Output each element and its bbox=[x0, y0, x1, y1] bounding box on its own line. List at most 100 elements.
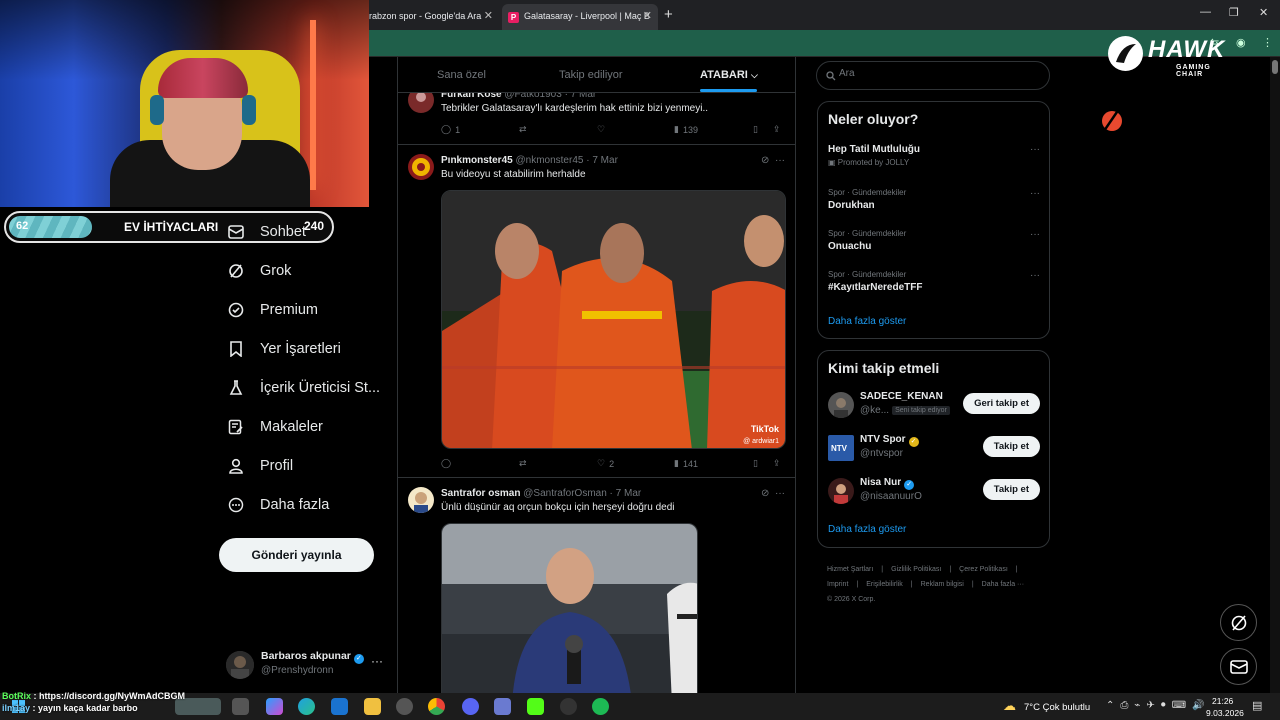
bookmark-button[interactable]: ▯ bbox=[753, 124, 758, 135]
new-tab-button[interactable]: + bbox=[664, 6, 673, 23]
nav-item-articles[interactable]: Makaleler bbox=[226, 412, 323, 442]
footer-link[interactable]: Hizmet Şartları bbox=[827, 566, 873, 573]
tweet-video[interactable]: TikTok @ ardwiar1 bbox=[441, 190, 786, 449]
discord-icon[interactable] bbox=[462, 698, 479, 715]
follow-button[interactable]: Takip et bbox=[982, 479, 1040, 500]
trend-item[interactable]: Hep Tatil Mutluluğu ▣ Promoted by JOLLY … bbox=[828, 144, 1040, 167]
grok-analyze-icon[interactable]: ⊘ bbox=[761, 488, 769, 499]
share-button[interactable]: ⇪ bbox=[773, 458, 781, 469]
follow-back-button[interactable]: Geri takip et bbox=[963, 393, 1040, 414]
obs-icon[interactable] bbox=[560, 698, 577, 715]
tab-close-icon[interactable]: ✕ bbox=[484, 9, 493, 22]
tweet[interactable]: Furkan Köse @Fatko1903 · 7 Mar Tebrikler… bbox=[398, 87, 795, 145]
trend-more-icon[interactable]: ··· bbox=[1030, 144, 1040, 155]
notification-icon[interactable]: ▤ bbox=[1252, 699, 1262, 712]
tweet[interactable]: Pınkmonster45 @nkmonster45 · 7 Mar ⊘ ···… bbox=[398, 146, 795, 478]
tab-atabari[interactable]: ATABARI ⌵ bbox=[700, 69, 758, 81]
follow-button[interactable]: Takip et bbox=[982, 436, 1040, 457]
footer-link[interactable]: Daha fazla ··· bbox=[982, 581, 1024, 588]
trend-item[interactable]: Spor · Gündemdekiler Dorukhan ··· bbox=[828, 188, 1040, 211]
grok-analyze-icon[interactable]: ⊘ bbox=[761, 155, 769, 166]
tab-following[interactable]: Takip ediliyor bbox=[559, 69, 623, 81]
chrome-icon[interactable] bbox=[428, 698, 445, 715]
bookmark-button[interactable]: ▯ bbox=[753, 458, 758, 469]
follow-suggestion[interactable]: SADECE_KENAN @ke... Seni takip ediyor Ger… bbox=[828, 390, 1040, 420]
tab-for-you[interactable]: Sana özel bbox=[437, 69, 486, 81]
footer-link[interactable]: Erişilebilirlik bbox=[866, 581, 903, 588]
nav-item-premium[interactable]: Premium bbox=[226, 295, 318, 325]
nav-item-messages[interactable]: Sohbet bbox=[226, 217, 306, 247]
tweet[interactable]: Santrafor osman @SantraforOsman · 7 Mar … bbox=[398, 479, 795, 693]
tray-icons[interactable]: ⌃⎙⌁✈⏺⌨🔊 bbox=[1106, 700, 1211, 711]
who-show-more-link[interactable]: Daha fazla göster bbox=[828, 524, 906, 535]
views-button[interactable]: ▮ 141 bbox=[674, 458, 698, 469]
clock-time[interactable]: 21:26 bbox=[1212, 696, 1233, 706]
nav-label: Premium bbox=[260, 302, 319, 318]
trend-more-icon[interactable]: ··· bbox=[1030, 229, 1040, 240]
premium-check-icon bbox=[226, 300, 246, 320]
tab-underline bbox=[700, 89, 757, 92]
outlook-icon[interactable] bbox=[331, 698, 348, 715]
copilot-icon[interactable] bbox=[266, 698, 283, 715]
trend-more-icon[interactable]: ··· bbox=[1030, 188, 1040, 199]
share-button[interactable]: ⇪ bbox=[773, 124, 781, 135]
follow-suggestion[interactable]: Nisa Nur ✓ @nisaanuurO Takip et bbox=[828, 476, 1040, 506]
search-input[interactable] bbox=[839, 68, 1039, 79]
xbox-icon[interactable] bbox=[396, 698, 413, 715]
chat-user: ilm1ay bbox=[2, 703, 31, 713]
retweet-button[interactable]: ⇄ bbox=[519, 124, 527, 135]
kick-icon[interactable] bbox=[527, 698, 544, 715]
tab-close-icon[interactable]: ✕ bbox=[643, 9, 652, 22]
task-view-icon[interactable] bbox=[232, 698, 249, 715]
trend-item[interactable]: Spor · Gündemdekiler #KayıtlarNeredeTFF … bbox=[828, 270, 1040, 293]
scrollbar-thumb[interactable] bbox=[1272, 60, 1278, 74]
close-window-button[interactable]: ✕ bbox=[1259, 6, 1268, 19]
nav-item-creator-studio[interactable]: İçerik Üreticisi St... bbox=[226, 373, 380, 403]
clock-date[interactable]: 9.03.2026 bbox=[1206, 708, 1244, 718]
tweet-more-icon[interactable]: ··· bbox=[775, 488, 785, 499]
footer-link[interactable]: Gizlilik Politikası bbox=[891, 566, 941, 573]
nav-item-more[interactable]: Daha fazla bbox=[226, 490, 329, 520]
nav-item-grok[interactable]: Grok bbox=[226, 256, 291, 286]
trends-show-more-link[interactable]: Daha fazla göster bbox=[828, 316, 906, 327]
trend-more-icon[interactable]: ··· bbox=[1030, 270, 1040, 281]
share-icon: ⇪ bbox=[773, 124, 781, 134]
search-box[interactable] bbox=[816, 61, 1050, 90]
spotify-icon[interactable] bbox=[592, 698, 609, 715]
tweet-author[interactable]: Pınkmonster45 bbox=[441, 155, 513, 166]
tweet-author[interactable]: Santrafor osman bbox=[441, 488, 520, 499]
tweet-image[interactable] bbox=[441, 523, 698, 693]
retweet-button[interactable]: ⇄ bbox=[519, 458, 527, 469]
trend-item[interactable]: Spor · Gündemdekiler Onuachu ··· bbox=[828, 229, 1040, 252]
weather-text[interactable]: 7°C Çok bulutlu bbox=[1024, 702, 1090, 713]
reply-button[interactable]: ◯ bbox=[441, 458, 451, 469]
footer-link[interactable]: Çerez Politikası bbox=[959, 566, 1008, 573]
browser-tab-google[interactable]: rabzon spor - Google'da Ara ✕ bbox=[369, 4, 499, 30]
grok-float-button[interactable] bbox=[1220, 604, 1257, 641]
follow-suggestion[interactable]: NTV NTV Spor ✓ @ntvspor Takip et bbox=[828, 433, 1040, 463]
footer-link[interactable]: Reklam bilgisi bbox=[921, 581, 964, 588]
account-switcher[interactable]: Barbaros akpunar ✓ @Prenshydronn ··· bbox=[226, 648, 386, 688]
nav-item-profile[interactable]: Profil bbox=[226, 451, 293, 481]
browser-tab-galatasaray[interactable]: P Galatasaray - Liverpool | Maç B ✕ bbox=[502, 4, 658, 30]
app-icon[interactable] bbox=[494, 698, 511, 715]
trend-category: Spor · Gündemdekiler bbox=[828, 270, 907, 279]
profile-icon[interactable]: ◉ bbox=[1236, 36, 1246, 49]
nav-item-bookmarks[interactable]: Yer İşaretleri bbox=[226, 334, 341, 364]
page-scrollbar[interactable] bbox=[1270, 57, 1280, 693]
edge-icon[interactable] bbox=[298, 698, 315, 715]
views-button[interactable]: ▮ 139 bbox=[674, 124, 698, 135]
browser-menu-icon[interactable]: ⋮ bbox=[1262, 36, 1273, 49]
post-button[interactable]: Gönderi yayınla bbox=[219, 538, 374, 572]
like-button[interactable]: ♡ bbox=[597, 124, 605, 135]
like-button[interactable]: ♡ 2 bbox=[597, 458, 614, 469]
reply-button[interactable]: ◯ 1 bbox=[441, 124, 460, 135]
maximize-button[interactable]: ❐ bbox=[1229, 6, 1239, 19]
bookmark-icon: ▯ bbox=[753, 458, 758, 468]
messages-float-button[interactable] bbox=[1220, 648, 1257, 685]
tweet-more-icon[interactable]: ··· bbox=[775, 155, 785, 166]
minimize-button[interactable]: — bbox=[1200, 6, 1211, 18]
file-explorer-icon[interactable] bbox=[364, 698, 381, 715]
footer-link[interactable]: Imprint bbox=[827, 581, 848, 588]
account-more-icon[interactable]: ··· bbox=[371, 654, 383, 668]
